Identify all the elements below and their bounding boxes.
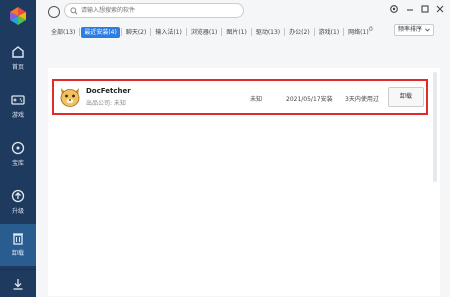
- app-publisher: 出品公司: 未知: [86, 100, 126, 107]
- tab-drivers[interactable]: 驱动(13): [253, 27, 283, 38]
- sidebar-item-label: 宝库: [11, 160, 24, 167]
- app-name: DocFetcher: [86, 87, 131, 95]
- tab-all[interactable]: 全部(13): [48, 27, 78, 38]
- tab-divider: [79, 28, 81, 36]
- docfetcher-app-icon: [60, 88, 80, 107]
- app-size: 未知: [250, 96, 263, 103]
- tab-images[interactable]: 图片(1): [223, 27, 250, 38]
- app-list: DocFetcher 出品公司: 未知 未知 2021/05/17安装 3天内使…: [48, 68, 440, 296]
- close-icon: [436, 5, 444, 13]
- download-icon: [13, 279, 23, 290]
- tab-divider: [120, 28, 122, 36]
- tab-divider: [284, 28, 286, 36]
- scrollbar[interactable]: [433, 72, 437, 182]
- maximize-icon: [421, 5, 429, 13]
- tab-divider: [250, 28, 252, 36]
- app-logo-icon: [10, 7, 26, 25]
- minimize-button[interactable]: [404, 4, 416, 16]
- app-row-docfetcher[interactable]: DocFetcher 出品公司: 未知 未知 2021/05/17安装 3天内使…: [52, 79, 428, 115]
- uninstall-button[interactable]: 卸载: [388, 87, 424, 107]
- download-button[interactable]: [0, 269, 36, 297]
- gamepad-icon: [11, 95, 25, 105]
- tab-recent-install[interactable]: 最近安装(4): [81, 26, 120, 38]
- tab-games[interactable]: 游戏(1): [316, 27, 343, 38]
- chevron-down-icon: [425, 28, 430, 32]
- search-box: [64, 3, 244, 18]
- sidebar-item-games[interactable]: 游戏: [0, 86, 36, 126]
- tab-office[interactable]: 办公(2): [286, 27, 313, 38]
- more-tabs-count[interactable]: 0: [369, 26, 373, 33]
- app-usage: 3天内使用过: [345, 96, 379, 103]
- refresh-icon[interactable]: [48, 6, 60, 18]
- tab-divider: [150, 28, 152, 36]
- close-button[interactable]: [434, 4, 446, 16]
- upgrade-icon: [11, 189, 25, 203]
- sidebar-item-label: 卸载: [11, 250, 24, 257]
- top-bar: [36, 0, 450, 22]
- sidebar-item-label: 首页: [11, 64, 24, 71]
- tab-divider: [185, 28, 187, 36]
- treasure-icon: [11, 141, 25, 155]
- tab-browser[interactable]: 浏览器(1): [188, 27, 221, 38]
- app-install-date: 2021/05/17安装: [286, 96, 333, 103]
- main-panel: 全部(13) 最近安装(4) 聊天(2) 输入法(1) 浏览器(1) 图片(1)…: [36, 0, 450, 297]
- sidebar-item-home[interactable]: 首页: [0, 38, 36, 78]
- sidebar-item-treasure[interactable]: 宝库: [0, 134, 36, 174]
- sidebar-item-upgrade[interactable]: 升级: [0, 182, 36, 222]
- minimize-icon: [407, 9, 413, 11]
- maximize-button[interactable]: [419, 4, 431, 16]
- tab-divider: [313, 28, 315, 36]
- sort-label: 频率排序: [398, 26, 423, 33]
- tab-divider: [343, 28, 345, 36]
- sidebar-item-label: 游戏: [11, 112, 24, 119]
- tab-chat[interactable]: 聊天(2): [123, 27, 150, 38]
- settings-icon: [390, 5, 398, 13]
- category-tabs: 全部(13) 最近安装(4) 聊天(2) 输入法(1) 浏览器(1) 图片(1)…: [48, 26, 372, 38]
- sidebar: 首页 游戏 宝库 升级 卸载: [0, 0, 36, 297]
- search-icon: [70, 7, 78, 15]
- search-input[interactable]: [81, 5, 239, 16]
- tab-divider: [221, 28, 223, 36]
- sort-dropdown[interactable]: 频率排序: [394, 24, 434, 36]
- home-icon: [12, 46, 24, 58]
- trash-icon: [13, 233, 23, 245]
- tab-input-method[interactable]: 输入法(1): [152, 27, 185, 38]
- settings-button[interactable]: [388, 4, 400, 16]
- tab-network[interactable]: 网络(1): [345, 27, 372, 38]
- sidebar-item-uninstall[interactable]: 卸载: [0, 224, 36, 266]
- sidebar-item-label: 升级: [11, 208, 24, 215]
